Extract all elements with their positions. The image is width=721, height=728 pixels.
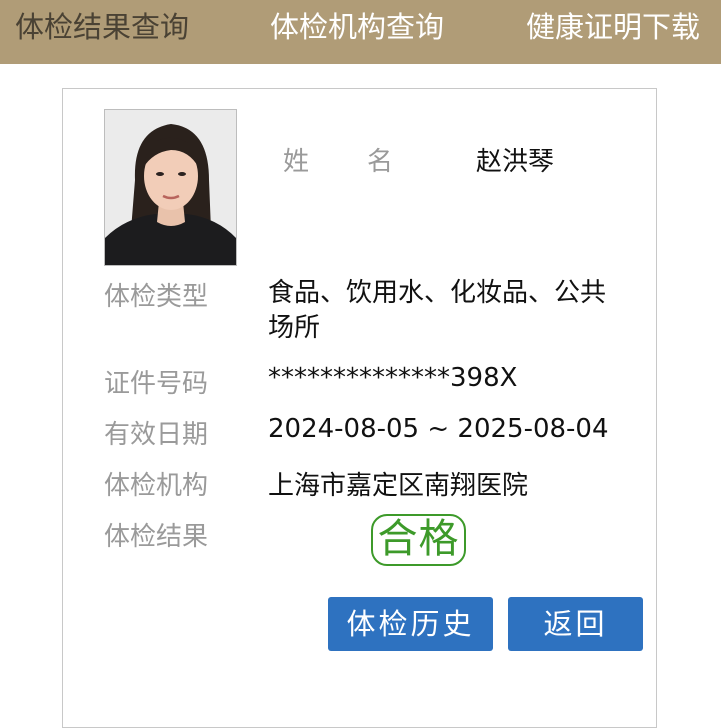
exam-type-label: 体检类型 xyxy=(104,282,209,312)
id-photo xyxy=(104,109,237,266)
tab-exam-institution-query[interactable]: 体检机构查询 xyxy=(270,0,444,56)
name-label: 姓 名 xyxy=(283,141,393,178)
tab-health-certificate-download[interactable]: 健康证明下载 xyxy=(526,0,700,56)
result-pass-stamp: 合格 xyxy=(371,514,466,566)
validity-value: 2024-08-05 ~ 2025-08-04 xyxy=(268,414,609,444)
id-number-label: 证件号码 xyxy=(104,369,209,399)
institution-value: 上海市嘉定区南翔医院 xyxy=(268,471,529,501)
top-nav: 体检结果查询 体检机构查询 健康证明下载 xyxy=(0,0,721,64)
name-label-char-1: 姓 xyxy=(283,147,310,177)
tab-exam-result-query[interactable]: 体检结果查询 xyxy=(15,0,189,56)
exam-history-button[interactable]: 体检历史 xyxy=(328,597,493,651)
validity-label: 有效日期 xyxy=(104,420,209,450)
institution-label: 体检机构 xyxy=(104,471,209,501)
name-label-char-2: 名 xyxy=(366,147,393,177)
result-label: 体检结果 xyxy=(104,522,209,552)
back-button[interactable]: 返回 xyxy=(508,597,643,651)
name-value: 赵洪琴 xyxy=(476,147,555,177)
id-number-value: **************398X xyxy=(268,363,518,393)
exam-type-value: 食品、饮用水、化妆品、公共场所 xyxy=(268,278,607,343)
